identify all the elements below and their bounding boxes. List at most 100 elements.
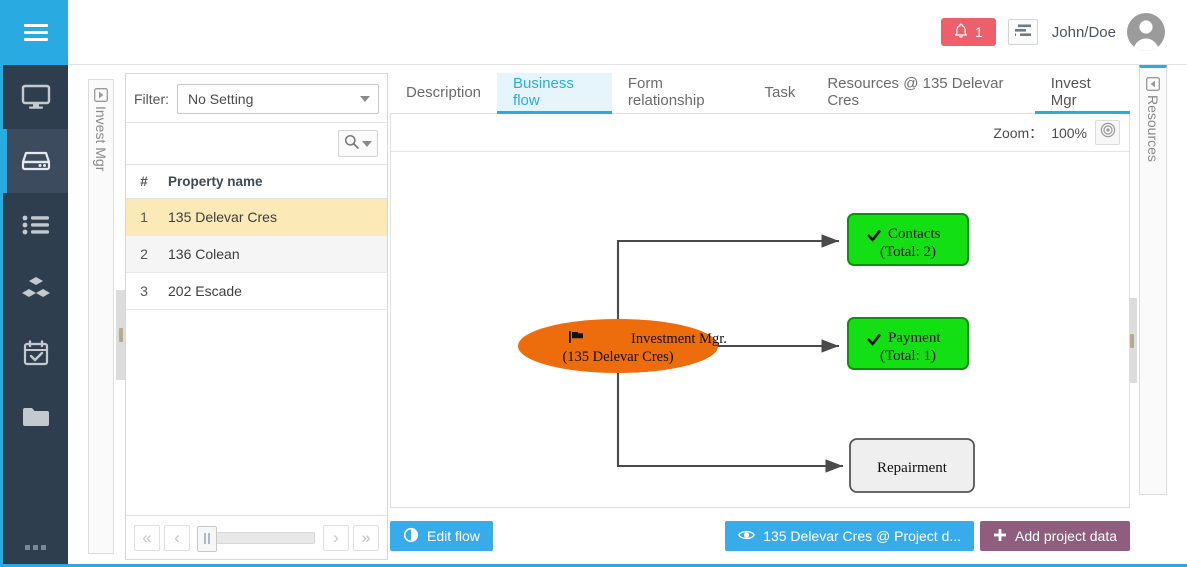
monitor-icon <box>21 84 51 110</box>
rail-item-files[interactable] <box>3 385 68 449</box>
rail-item-data[interactable] <box>3 129 68 193</box>
tab-bar: Description Business flow Form relations… <box>390 73 1130 114</box>
table-row[interactable]: 2 136 Colean <box>126 235 387 273</box>
rail-item-modules[interactable] <box>3 257 68 321</box>
node-root-subtitle: (135 Delevar Cres) <box>562 349 673 365</box>
zoom-label: Zoom： <box>993 124 1044 141</box>
property-list-panel: Filter: No Setting # Property name 1 135… <box>125 73 388 560</box>
pagination-last-button[interactable]: » <box>353 524 379 551</box>
vertical-tab-resources[interactable]: Resources <box>1139 65 1167 495</box>
calendar-check-icon <box>23 340 49 366</box>
search-button[interactable] <box>338 130 378 157</box>
filter-select[interactable]: No Setting <box>177 84 379 114</box>
left-icon-rail <box>3 0 68 564</box>
table-header-row: # Property name <box>126 164 387 199</box>
flow-node-repairment[interactable]: Repairment <box>849 438 975 493</box>
chevron-down-icon <box>362 140 372 147</box>
filter-row: Filter: No Setting <box>126 74 387 122</box>
tab-business-flow[interactable]: Business flow <box>497 73 612 114</box>
plus-icon <box>993 528 1007 545</box>
ellipsis-icon <box>25 545 30 550</box>
business-flow-diagram[interactable]: Contacts (Total: 2) Payment (Total: 1) R… <box>391 152 1129 507</box>
avatar[interactable] <box>1127 13 1165 51</box>
main-panel: Description Business flow Form relations… <box>390 73 1130 556</box>
notification-count: 1 <box>974 24 983 40</box>
pagination-next-button[interactable]: › <box>323 524 349 551</box>
pagination-first-button[interactable]: « <box>134 524 160 551</box>
vertical-tab-invest-mgr[interactable]: Invest Mgr <box>88 79 114 554</box>
rail-more-button[interactable] <box>3 545 68 550</box>
filter-label: Filter: <box>134 91 169 107</box>
add-project-data-button[interactable]: Add project data <box>980 521 1130 551</box>
flow-node-payment[interactable]: Payment (Total: 1) <box>847 317 969 370</box>
tab-resources[interactable]: Resources @ 135 Delevar Cres <box>811 73 1034 114</box>
edit-flow-button[interactable]: Edit flow <box>390 521 493 551</box>
pagination-slider-handle[interactable] <box>197 525 217 552</box>
rail-item-lists[interactable] <box>3 193 68 257</box>
row-property-name: 202 Escade <box>162 272 387 310</box>
table-row[interactable]: 1 135 Delevar Cres <box>126 198 387 236</box>
vertical-tab-resources-label: Resources <box>1145 95 1161 162</box>
top-header: 1 John/Doe <box>68 0 1187 65</box>
rail-item-dashboard[interactable] <box>3 65 68 129</box>
node-contacts-total: (Total: 2) <box>880 244 936 260</box>
zoom-bar: Zoom： 100% <box>391 114 1129 152</box>
footer-right-group: 135 Delevar Cres @ Project d... Add proj… <box>725 521 1130 551</box>
tab-description[interactable]: Description <box>390 73 497 114</box>
pagination-prev-button[interactable]: ‹ <box>164 524 190 551</box>
server-icon <box>21 149 51 173</box>
bell-icon <box>954 23 968 42</box>
column-header-num: # <box>126 164 162 199</box>
zoom-reset-button[interactable] <box>1095 120 1120 145</box>
header-menu-button[interactable] <box>1007 19 1038 45</box>
body-area: Invest Mgr Resources Filter: No Setting <box>68 65 1187 564</box>
tab-form-relationship[interactable]: Form relationship <box>612 73 749 114</box>
svg-text:Repairment: Repairment <box>877 460 948 476</box>
zoom-value: 100% <box>1051 124 1087 141</box>
node-repairment-label: Repairment <box>877 460 948 476</box>
svg-text:(Total: 1): (Total: 1) <box>880 348 936 364</box>
user-name-label[interactable]: John/Doe <box>1052 24 1116 41</box>
svg-text:(Total: 2): (Total: 2) <box>880 244 936 260</box>
footer-toolbar: Edit flow 135 Delevar Cres @ Project d..… <box>390 516 1130 556</box>
flow-canvas-wrapper: Zoom： 100% Contacts (Total: 2) Payment (… <box>390 114 1130 508</box>
flow-node-root[interactable]: Investment Mgr. (135 Delevar Cres) <box>518 319 727 373</box>
table-row[interactable]: 3 202 Escade <box>126 272 387 310</box>
hamburger-menu-button[interactable] <box>3 0 68 65</box>
chevron-down-icon <box>360 96 370 102</box>
project-link-button[interactable]: 135 Delevar Cres @ Project d... <box>725 521 975 551</box>
project-link-label: 135 Delevar Cres @ Project d... <box>763 528 962 544</box>
row-number: 3 <box>126 272 162 310</box>
tab-task[interactable]: Task <box>749 73 812 114</box>
search-row <box>126 122 387 164</box>
node-contacts-label: Contacts <box>888 226 941 242</box>
node-root-label: Investment Mgr. <box>631 331 727 347</box>
svg-text:(135 Delevar Cres): (135 Delevar Cres) <box>562 349 673 365</box>
edit-flow-label: Edit flow <box>427 528 480 544</box>
pagination-bar: « ‹ › » <box>126 515 387 559</box>
property-table: # Property name 1 135 Delevar Cres 2 136… <box>126 164 387 310</box>
row-property-name: 136 Colean <box>162 235 387 273</box>
node-payment-label: Payment <box>888 330 941 346</box>
flow-node-contacts[interactable]: Contacts (Total: 2) <box>847 213 969 266</box>
row-number: 1 <box>126 198 162 236</box>
column-header-property-name: Property name <box>162 164 387 199</box>
app-window: 1 John/Doe Invest Mgr Resources Filter: … <box>0 0 1187 567</box>
notification-badge[interactable]: 1 <box>940 18 996 46</box>
svg-text:Contacts: Contacts <box>888 226 941 242</box>
rail-item-schedule[interactable] <box>3 321 68 385</box>
node-payment-total: (Total: 1) <box>880 348 936 364</box>
search-icon <box>344 134 359 154</box>
pagination-slider-track[interactable] <box>197 525 315 552</box>
row-property-name: 135 Delevar Cres <box>162 198 387 236</box>
folder-icon <box>22 406 50 428</box>
contrast-icon <box>403 527 419 546</box>
tab-invest-mgr[interactable]: Invest Mgr <box>1034 73 1130 114</box>
list-icon <box>22 214 50 236</box>
collapse-left-icon <box>1146 77 1160 91</box>
eye-icon <box>738 528 756 544</box>
svg-text:Payment: Payment <box>888 330 941 346</box>
filter-select-value: No Setting <box>188 91 254 107</box>
add-project-data-label: Add project data <box>1015 528 1117 544</box>
row-number: 2 <box>126 235 162 273</box>
